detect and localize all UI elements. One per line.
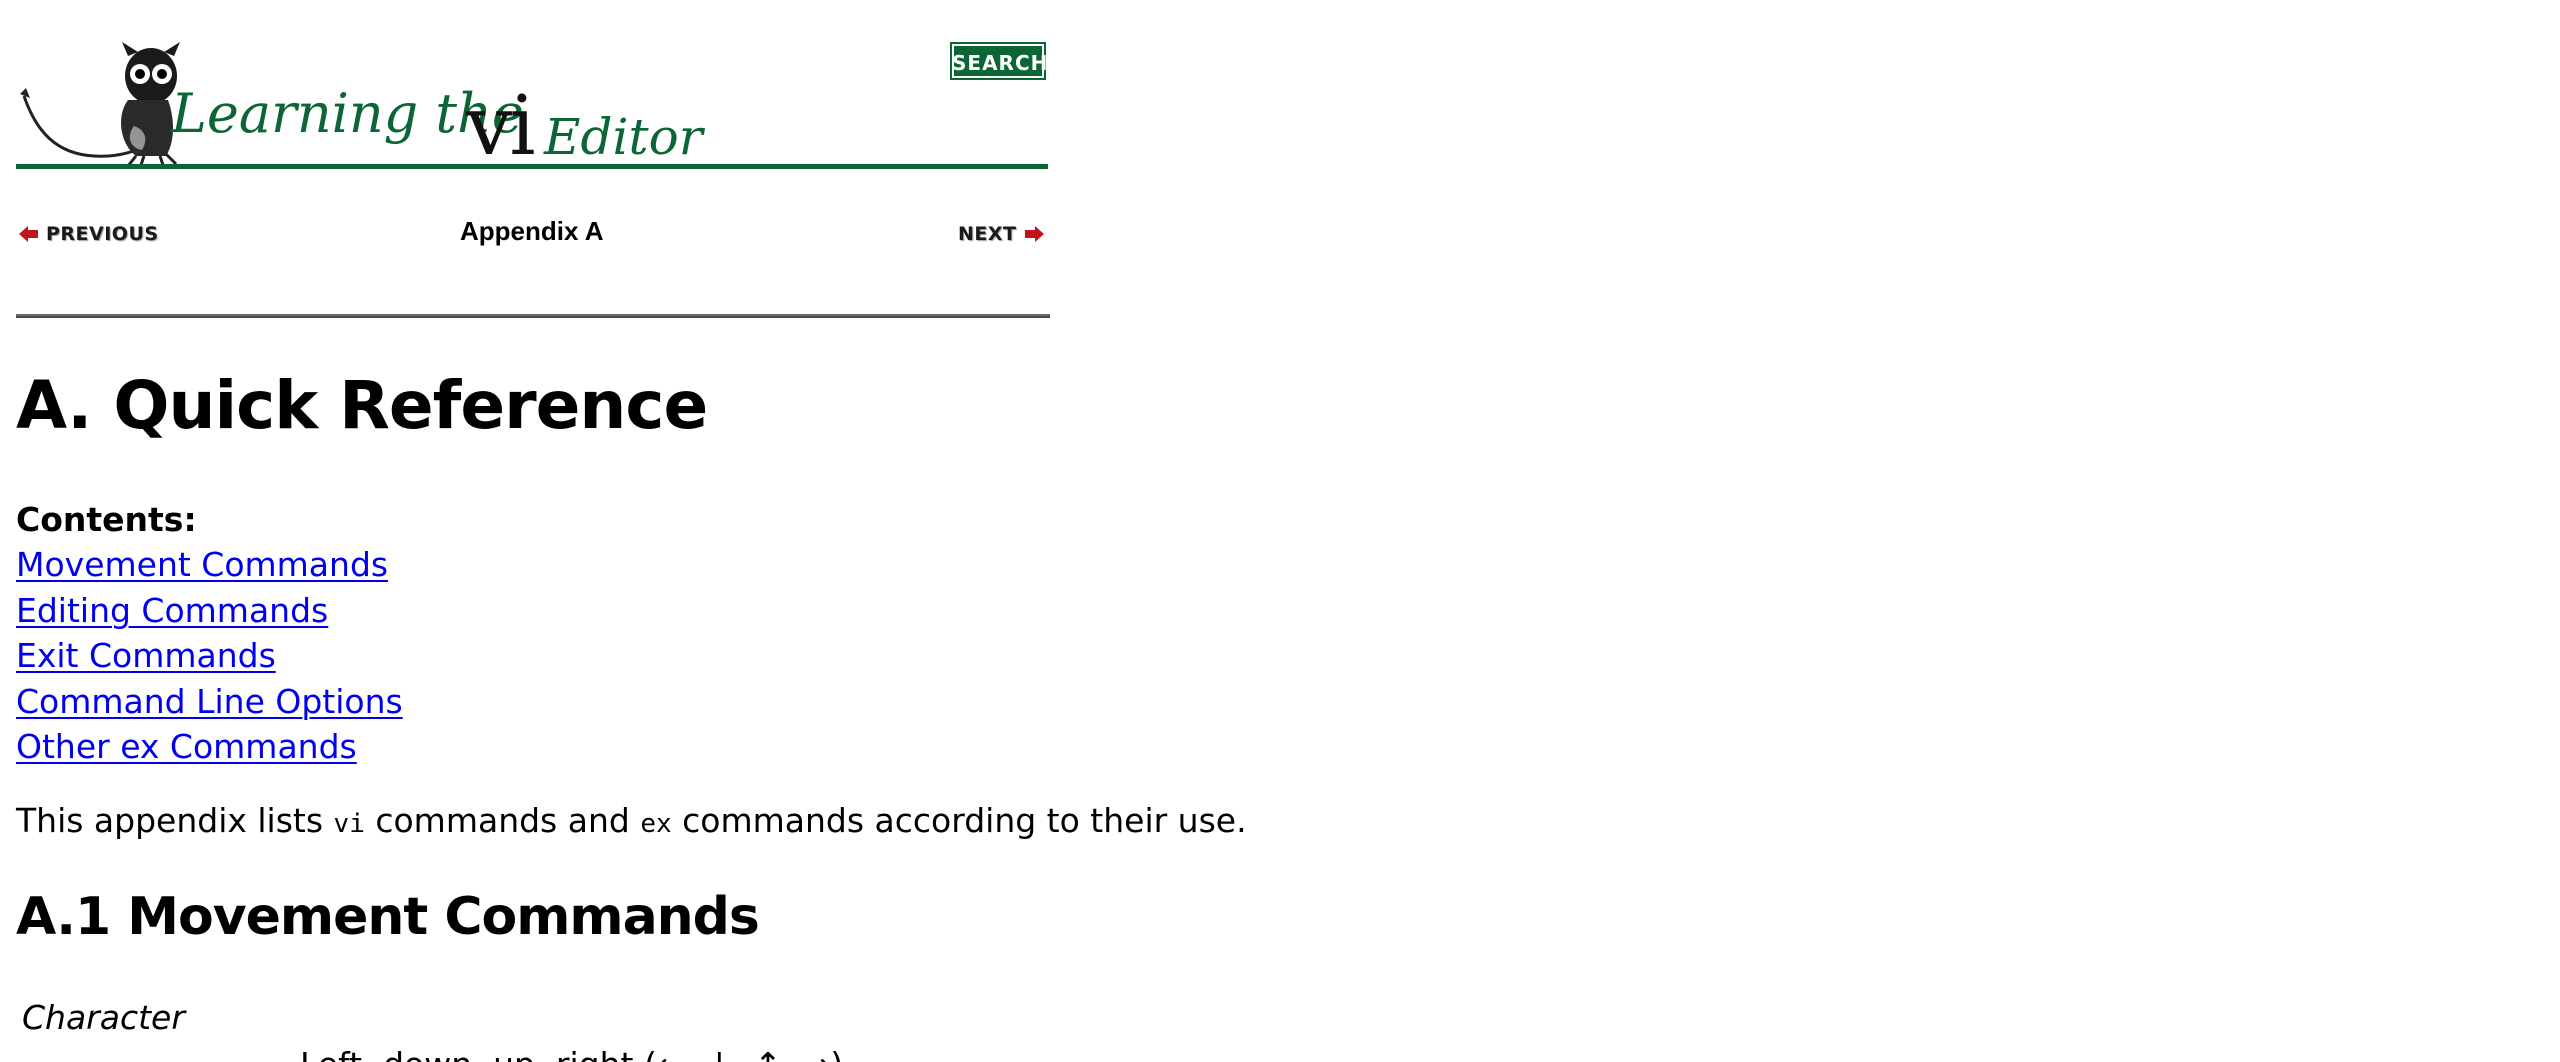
tarsier-icon	[20, 42, 180, 169]
section-title: A.1 Movement Commands	[16, 887, 760, 947]
toc-link-command-line-options[interactable]: Command Line Options	[16, 682, 403, 721]
toc-item: Exit Commands	[16, 636, 403, 682]
next-link[interactable]: NEXT	[958, 220, 1045, 248]
subsection-label: Character	[22, 998, 185, 1037]
right-arrow-icon	[1023, 225, 1045, 243]
logo-text-suffix: Editor	[543, 108, 706, 166]
toc-item: Editing Commands	[16, 591, 403, 637]
previous-link[interactable]: PREVIOUS	[18, 220, 159, 248]
toc-item: Other ex Commands	[16, 727, 403, 773]
search-button[interactable]: SEARCH	[950, 42, 1047, 80]
intro-code-vi: vi	[333, 809, 365, 839]
toc-link-other-ex-commands[interactable]: Other ex Commands	[16, 727, 357, 766]
intro-text-3: commands according to their use.	[671, 801, 1247, 840]
page-title: A. Quick Reference	[16, 367, 708, 444]
book-logo: Learning the vi Editor	[16, 42, 1048, 172]
table-of-contents: Movement Commands Editing Commands Exit …	[16, 545, 403, 773]
next-label: NEXT	[958, 223, 1017, 245]
toc-link-exit-commands[interactable]: Exit Commands	[16, 636, 276, 675]
intro-code-ex: ex	[640, 809, 672, 839]
toc-item: Command Line Options	[16, 682, 403, 728]
horizontal-rule	[16, 314, 1050, 318]
intro-paragraph: This appendix lists vi commands and ex c…	[16, 800, 1247, 845]
appendix-label: Appendix A	[460, 216, 604, 246]
page: Learning the vi Editor SEARCH PREVIOUS A…	[0, 0, 2560, 1062]
toc-item: Movement Commands	[16, 545, 403, 591]
toc-link-movement-commands[interactable]: Movement Commands	[16, 545, 388, 584]
logo-text-vi: vi	[465, 79, 534, 172]
previous-label: PREVIOUS	[46, 223, 159, 245]
left-arrow-icon	[18, 225, 40, 243]
intro-text-1: This appendix lists	[16, 801, 334, 840]
contents-label: Contents:	[16, 500, 197, 539]
toc-link-editing-commands[interactable]: Editing Commands	[16, 591, 328, 630]
intro-text-2: commands and	[364, 801, 641, 840]
definition-line: Left, down, up, right (←, ↓, ↑, →).	[300, 1044, 854, 1062]
book-banner: Learning the vi Editor	[16, 36, 1048, 172]
